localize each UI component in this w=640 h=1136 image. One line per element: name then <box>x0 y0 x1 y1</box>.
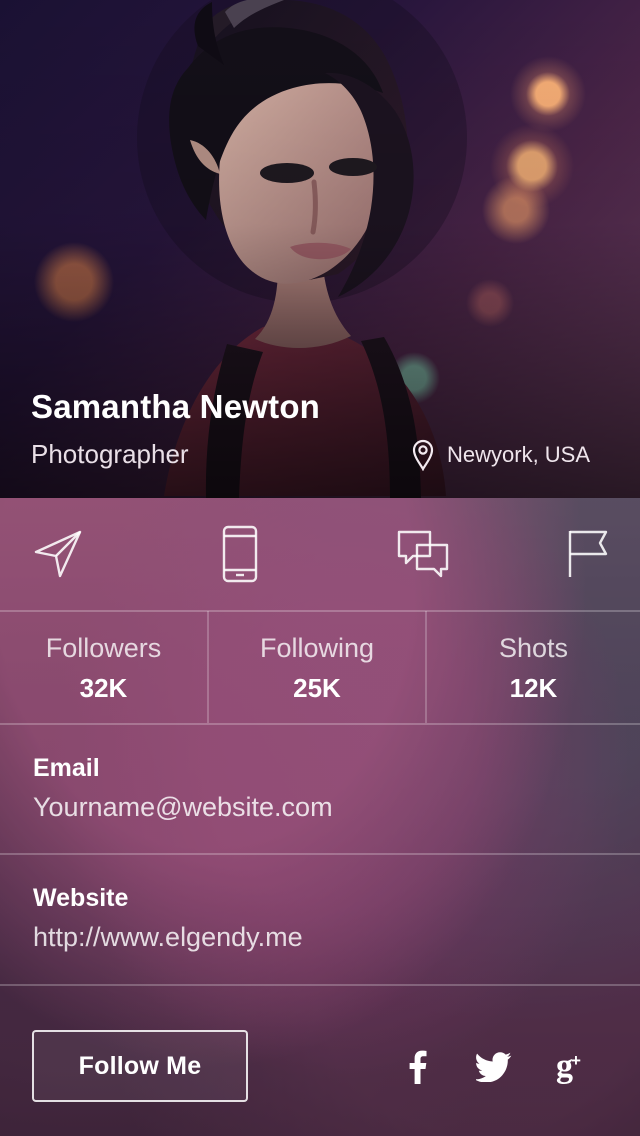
email-value[interactable]: Yourname@website.com <box>33 792 333 823</box>
action-row <box>0 498 640 610</box>
location-label: Newyork, USA <box>447 442 591 467</box>
profile-location: Newyork, USA <box>411 439 590 471</box>
profile-hero: Samantha Newton Photographer Newyork, US… <box>0 0 640 498</box>
followers-label: Followers <box>45 633 162 663</box>
stats-divider-right <box>425 611 427 723</box>
chat-button[interactable] <box>394 526 452 582</box>
followers-stat[interactable]: Followers 32K <box>0 611 207 723</box>
google-plus-icon: g+ <box>556 1048 581 1085</box>
flag-icon <box>564 527 610 581</box>
shots-stat[interactable]: Shots 12K <box>427 611 640 723</box>
website-divider <box>0 984 640 986</box>
phone-icon <box>219 525 261 583</box>
email-label: Email <box>33 754 100 782</box>
facebook-link[interactable] <box>405 1048 431 1086</box>
following-value: 25K <box>293 673 341 703</box>
follow-button[interactable]: Follow Me <box>32 1030 248 1102</box>
location-pin-icon <box>411 439 435 471</box>
following-label: Following <box>259 633 375 663</box>
profile-footer: Follow Me g+ <box>0 988 640 1136</box>
facebook-icon <box>409 1050 427 1084</box>
stats-divider-left <box>207 611 209 723</box>
website-value[interactable]: http://www.elgendy.me <box>33 922 303 953</box>
website-label: Website <box>33 884 129 912</box>
chat-icon <box>395 528 451 580</box>
profile-name: Samantha Newton <box>31 388 321 425</box>
flag-button[interactable] <box>559 526 615 582</box>
profile-role: Photographer <box>31 439 189 469</box>
send-message-button[interactable] <box>30 526 86 582</box>
twitter-icon <box>476 1052 512 1082</box>
shots-value: 12K <box>509 673 558 703</box>
stats-row: Followers 32K Following 25K Shots 12K <box>0 611 640 723</box>
followers-value: 32K <box>79 673 128 703</box>
email-block: Email Yourname@website.com <box>0 725 640 853</box>
shots-label: Shots <box>498 633 569 663</box>
panel-content: Followers 32K Following 25K Shots 12K Em… <box>0 498 640 1136</box>
profile-details-panel: Followers 32K Following 25K Shots 12K Em… <box>0 498 640 1136</box>
twitter-link[interactable] <box>475 1048 513 1086</box>
following-stat[interactable]: Following 25K <box>209 611 425 723</box>
call-button[interactable] <box>212 525 268 583</box>
profile-screen: Samantha Newton Photographer Newyork, US… <box>0 0 640 1136</box>
google-plus-link[interactable]: g+ <box>548 1048 590 1086</box>
send-icon <box>31 527 85 581</box>
website-block: Website http://www.elgendy.me <box>0 855 640 983</box>
